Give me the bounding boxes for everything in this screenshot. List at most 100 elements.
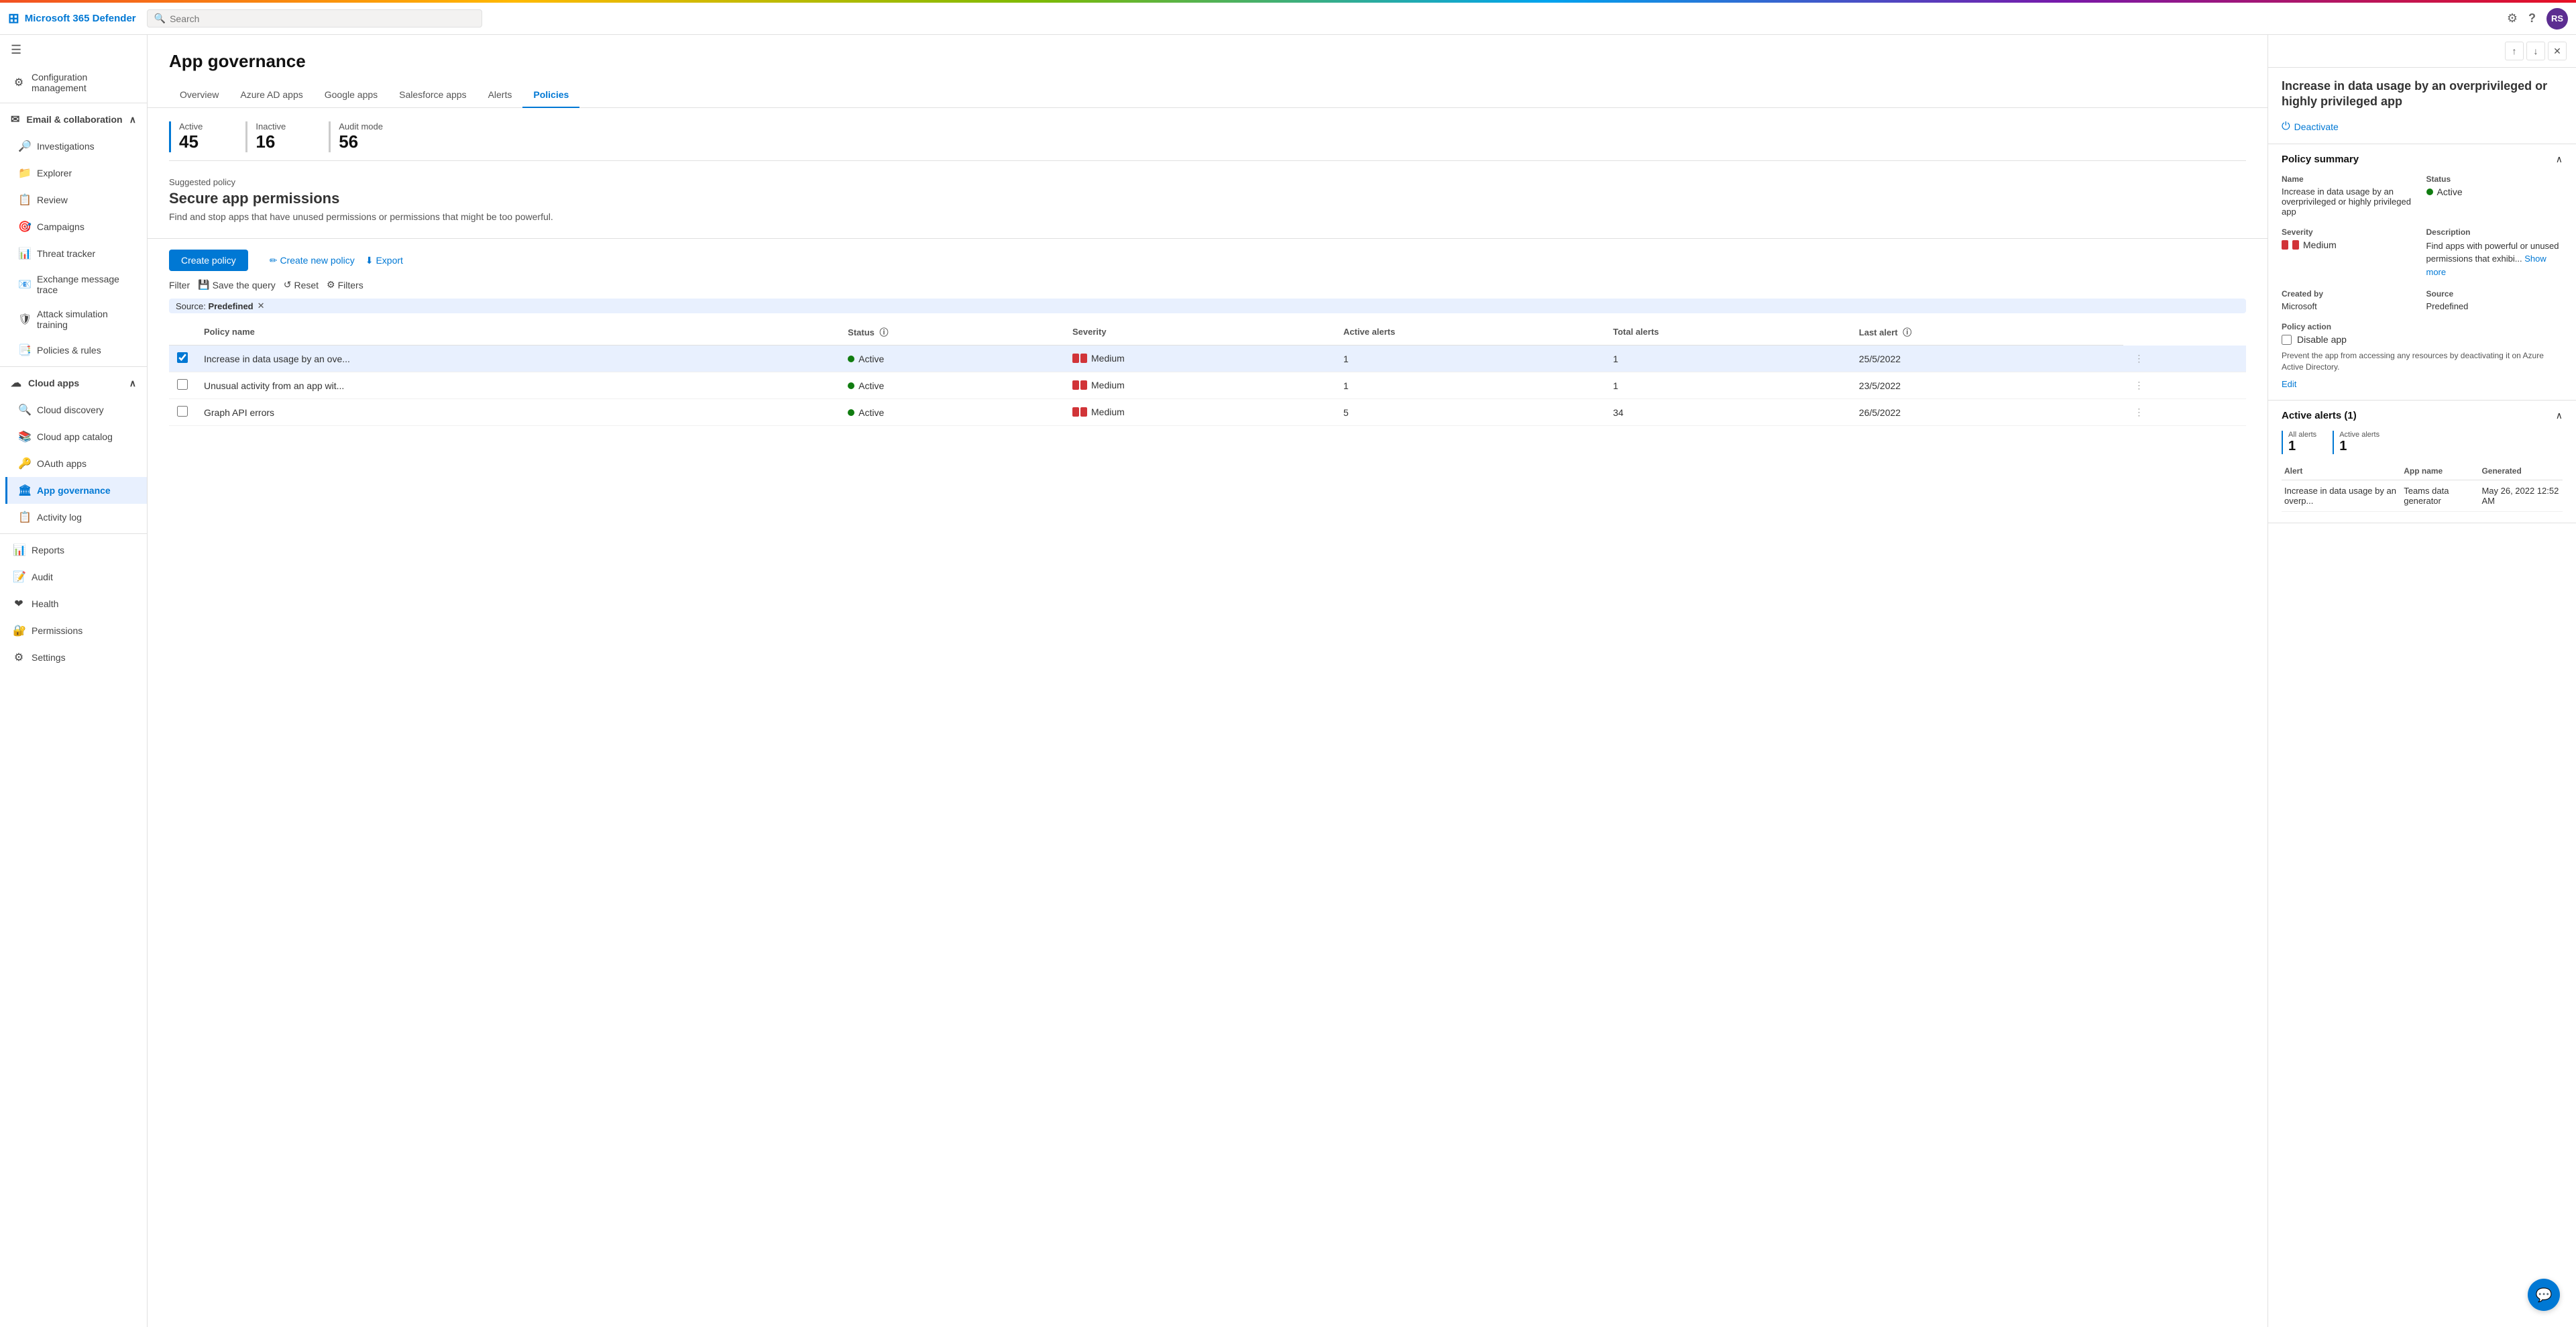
tab-overview[interactable]: Overview — [169, 83, 229, 108]
policies-table: Policy name Status ⓘ Severity Active ale… — [169, 319, 2246, 426]
name-value: Increase in data usage by an overprivile… — [2282, 187, 2418, 217]
export-icon: ⬇ — [366, 255, 374, 266]
row-2-checkbox[interactable] — [177, 379, 188, 390]
severity-header[interactable]: Severity — [1064, 319, 1335, 346]
stat-active: Active 45 — [169, 121, 224, 152]
create-new-policy-action[interactable]: ✏ Create new policy — [270, 255, 355, 266]
tab-alerts[interactable]: Alerts — [478, 83, 523, 108]
audit-icon: 📝 — [13, 570, 25, 584]
status-label: Status — [2426, 174, 2563, 184]
save-query-action[interactable]: 💾 Save the query — [198, 279, 276, 290]
panel-prev-button[interactable]: ↑ — [2505, 42, 2524, 60]
cloud-discovery-label: Cloud discovery — [37, 405, 104, 415]
row-1-total-alerts: 1 — [1605, 346, 1851, 372]
sidebar-item-explorer[interactable]: 📁 Explorer — [5, 160, 147, 187]
disable-app-description: Prevent the app from accessing any resou… — [2282, 350, 2563, 373]
sidebar-item-reports[interactable]: 📊 Reports — [0, 537, 147, 564]
sidebar-item-threat-tracker[interactable]: 📊 Threat tracker — [5, 240, 147, 267]
policy-summary-header[interactable]: Policy summary ∧ — [2268, 144, 2576, 174]
active-alerts-count-stat: Active alerts 1 — [2333, 431, 2379, 454]
suggested-desc: Find and stop apps that have unused perm… — [169, 211, 2246, 222]
avatar[interactable]: RS — [2546, 8, 2568, 30]
active-alerts-header[interactable]: Active alerts (1) ∧ — [2268, 401, 2576, 431]
search-bar[interactable]: 🔍 — [147, 9, 482, 28]
inactive-label: Inactive — [256, 121, 286, 131]
total-alerts-header[interactable]: Total alerts — [1605, 319, 1851, 346]
sidebar-item-attack-simulation[interactable]: 🛡 Attack simulation training — [5, 302, 147, 337]
cloud-catalog-icon: 📚 — [18, 430, 30, 443]
deactivate-button[interactable]: ⏻ Deactivate — [2268, 115, 2576, 144]
sidebar-item-audit[interactable]: 📝 Audit — [0, 564, 147, 590]
panel-next-button[interactable]: ↓ — [2526, 42, 2545, 60]
reset-action[interactable]: ↺ Reset — [284, 279, 319, 290]
sidebar-item-cloud-app-catalog[interactable]: 📚 Cloud app catalog — [5, 423, 147, 450]
table-header: Policy name Status ⓘ Severity Active ale… — [169, 319, 2246, 346]
row-2-menu[interactable]: ⋮ — [2131, 377, 2146, 393]
row-3-checkbox[interactable] — [177, 406, 188, 417]
sidebar-item-policies-rules[interactable]: 📑 Policies & rules — [5, 337, 147, 364]
row-2-status: Active — [848, 380, 884, 391]
table-row[interactable]: Graph API errors Active — [169, 399, 2246, 426]
tab-azure-ad-apps[interactable]: Azure AD apps — [229, 83, 313, 108]
edit-link[interactable]: Edit — [2282, 379, 2296, 389]
alert-generated-cell: May 26, 2022 12:52 AM — [2479, 480, 2563, 511]
explorer-label: Explorer — [37, 168, 72, 178]
filter-chips: Source: Predefined ✕ — [148, 296, 2267, 319]
sidebar-item-health[interactable]: ❤ Health — [0, 590, 147, 617]
sidebar-item-settings[interactable]: ⚙ Settings — [0, 644, 147, 671]
row-3-menu[interactable]: ⋮ — [2131, 404, 2146, 420]
sidebar-item-permissions[interactable]: 🔐 Permissions — [0, 617, 147, 644]
activity-log-icon: 📋 — [18, 511, 30, 524]
search-input[interactable] — [170, 13, 475, 24]
policy-name-header[interactable]: Policy name — [196, 319, 840, 346]
filter-row: Filter 💾 Save the query ↺ Reset ⚙ Filter… — [148, 276, 2267, 296]
sidebar-item-app-governance[interactable]: 🏛 App governance — [5, 477, 147, 504]
tab-salesforce-apps[interactable]: Salesforce apps — [388, 83, 477, 108]
sev-bar-red-4 — [1080, 380, 1087, 390]
remove-filter-icon[interactable]: ✕ — [258, 301, 265, 311]
last-alert-header[interactable]: Last alert ⓘ — [1851, 319, 2124, 346]
sidebar-item-config[interactable]: ⚙ Configuration management — [0, 65, 147, 100]
row-2-total-alerts: 1 — [1605, 372, 1851, 399]
policies-icon: 📑 — [18, 343, 30, 357]
campaigns-label: Campaigns — [37, 221, 85, 232]
panel-nav: ↑ ↓ ✕ — [2268, 35, 2576, 68]
sidebar-item-exchange-message-trace[interactable]: 📧 Exchange message trace — [5, 267, 147, 302]
sidebar-email-header[interactable]: ✉ Email & collaboration ∧ — [0, 106, 147, 133]
sidebar-item-cloud-discovery[interactable]: 🔍 Cloud discovery — [5, 396, 147, 423]
row-3-active-alerts: 5 — [1335, 399, 1605, 426]
sidebar-item-review[interactable]: 📋 Review — [5, 187, 147, 213]
panel-close-button[interactable]: ✕ — [2548, 42, 2567, 60]
status-field: Status Active — [2426, 174, 2563, 217]
tab-google-apps[interactable]: Google apps — [314, 83, 388, 108]
disable-app-checkbox[interactable] — [2282, 335, 2292, 345]
chat-button[interactable]: 💬 — [2528, 1279, 2560, 1311]
topbar: ⊞ Microsoft 365 Defender 🔍 ⚙ ? RS — [0, 3, 2576, 35]
row-1-menu[interactable]: ⋮ — [2131, 350, 2146, 366]
source-value: Predefined — [208, 301, 253, 311]
deactivate-label: Deactivate — [2294, 121, 2339, 132]
sidebar-cloud-apps-header[interactable]: ☁ Cloud apps ∧ — [0, 370, 147, 396]
sidebar-item-oauth-apps[interactable]: 🔑 OAuth apps — [5, 450, 147, 477]
row-1-policy-name: Increase in data usage by an ove... — [204, 354, 350, 364]
last-alert-info-icon: ⓘ — [1903, 327, 1911, 337]
row-1-checkbox[interactable] — [177, 352, 188, 363]
sidebar-config-label: Configuration management — [32, 72, 136, 93]
create-policy-button[interactable]: Create policy — [169, 250, 248, 271]
table-row[interactable]: Increase in data usage by an ove... Acti… — [169, 346, 2246, 372]
status-header[interactable]: Status ⓘ — [840, 319, 1064, 346]
active-alerts-header[interactable]: Active alerts — [1335, 319, 1605, 346]
table-row[interactable]: Unusual activity from an app wit... Acti… — [169, 372, 2246, 399]
hamburger-menu[interactable]: ☰ — [0, 35, 147, 65]
help-icon[interactable]: ? — [2528, 11, 2536, 25]
filters-action[interactable]: ⚙ Filters — [327, 279, 363, 290]
sidebar-item-investigations[interactable]: 🔎 Investigations — [5, 133, 147, 160]
sidebar-item-campaigns[interactable]: 🎯 Campaigns — [5, 213, 147, 240]
export-action[interactable]: ⬇ Export — [366, 255, 403, 266]
filters-icon: ⚙ — [327, 279, 335, 290]
tab-policies[interactable]: Policies — [522, 83, 579, 108]
alert-table-row[interactable]: Increase in data usage by an overp... Te… — [2282, 480, 2563, 511]
settings-icon[interactable]: ⚙ — [2507, 11, 2518, 25]
sidebar-item-activity-log[interactable]: 📋 Activity log — [5, 504, 147, 531]
inactive-value: 16 — [256, 131, 286, 152]
